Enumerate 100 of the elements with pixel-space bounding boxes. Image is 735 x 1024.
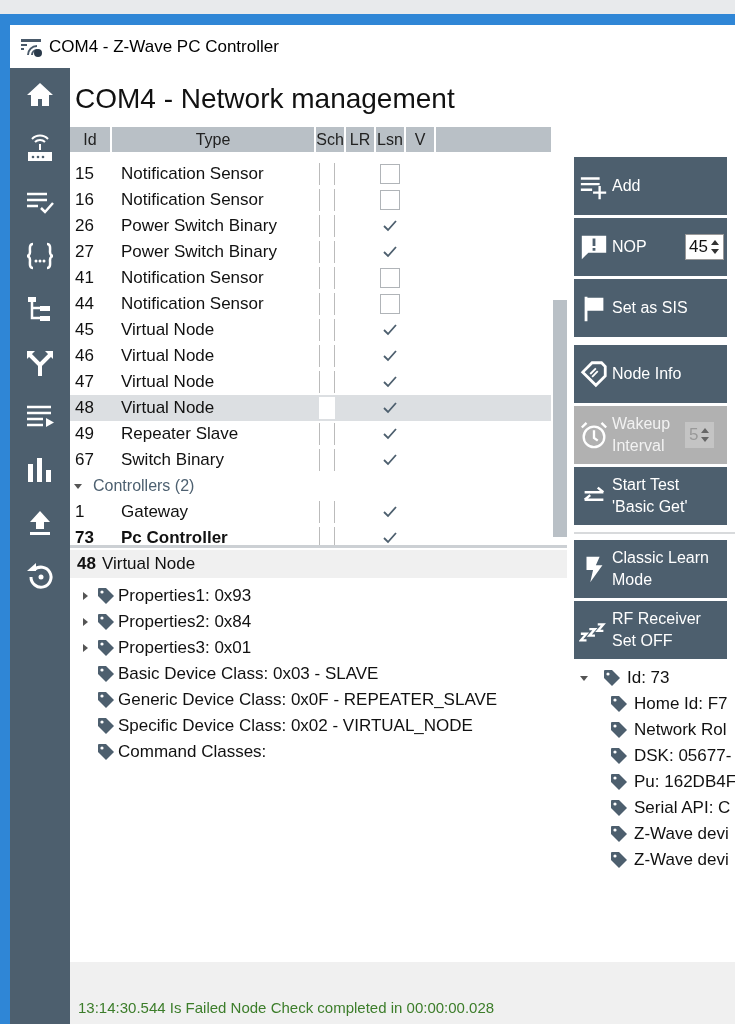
tag-icon [609, 850, 629, 870]
wave-logo-icon [19, 36, 43, 57]
tree-item[interactable]: Properties1: 0x93 [70, 583, 567, 609]
caret-right-icon[interactable] [80, 643, 90, 653]
scrollbar-thumb[interactable] [553, 300, 567, 537]
caret-right-icon[interactable] [80, 591, 90, 601]
table-row[interactable]: 49 Repeater Slave [70, 421, 551, 447]
table-cell-text: 26 [74, 215, 95, 237]
number-spinner[interactable]: 45 [685, 234, 724, 260]
caret-right-icon[interactable] [80, 617, 90, 627]
tag-icon [579, 359, 609, 389]
table-cell-text: Power Switch Binary [120, 241, 278, 263]
table-row[interactable]: 45 Virtual Node [70, 317, 551, 343]
property-text: Specific Device Class: 0x02 - VIRTUAL_NODE [118, 716, 473, 736]
table-row[interactable]: 26 Power Switch Binary [70, 213, 551, 239]
table-cell-text: Virtual Node [120, 319, 216, 341]
node-title: Virtual Node [101, 554, 196, 574]
table-cell-text: 73 [74, 527, 95, 545]
table-cell-text: 1 [74, 501, 86, 523]
property-text: Properties1: 0x93 [118, 586, 252, 606]
column-header[interactable]: V [406, 127, 434, 152]
action-button[interactable]: Set as SIS [574, 279, 727, 337]
tag-icon [96, 664, 116, 684]
table-cell-text: 41 [74, 267, 95, 289]
tag-icon [96, 716, 116, 736]
table-row[interactable]: 27 Power Switch Binary [70, 239, 551, 265]
action-button[interactable]: NOP 45 [574, 218, 727, 276]
table-row[interactable]: 16 Notification Sensor [70, 187, 551, 213]
table-cell-text: 45 [74, 319, 95, 341]
tree-item[interactable]: Command Classes: [70, 739, 567, 765]
table-row[interactable]: 67 Switch Binary [70, 447, 551, 473]
table-row[interactable]: 47 Virtual Node [70, 369, 551, 395]
tree-item[interactable]: Properties3: 0x01 [70, 635, 567, 661]
table-row[interactable]: 15 Notification Sensor [70, 161, 551, 187]
table-cell-text: 15 [74, 163, 95, 185]
tag-icon [609, 720, 629, 740]
column-header[interactable]: Type [112, 127, 314, 152]
tree-item[interactable]: Specific Device Class: 0x02 - VIRTUAL_NODE [70, 713, 567, 739]
action-button[interactable]: Classic Learn Mode [574, 540, 727, 598]
tag-icon [96, 742, 116, 762]
tree-item[interactable]: Basic Device Class: 0x03 - SLAVE [70, 661, 567, 687]
table-cell-text: Gateway [120, 501, 190, 523]
caret-down-icon[interactable] [73, 481, 83, 491]
table-row[interactable]: 48 Virtual Node [70, 395, 551, 421]
property-text: Properties2: 0x84 [118, 612, 252, 632]
controller-id: Id: 73 [627, 668, 670, 688]
checkbox[interactable] [380, 268, 400, 288]
table-cell-text: 27 [74, 241, 95, 263]
checkbox[interactable] [380, 294, 400, 314]
page-title: COM4 - Network management [74, 82, 456, 116]
alarm-clock-icon [579, 420, 609, 450]
column-header[interactable]: Sch [316, 127, 344, 152]
property-text: Generic Device Class: 0x0F - REPEATER_SLAVE [118, 690, 498, 710]
table-cell-text: Virtual Node [120, 345, 216, 367]
table-row[interactable]: 73 Pc Controller [70, 525, 551, 545]
table-cell-text: 44 [74, 293, 95, 315]
tag-icon [609, 772, 629, 792]
table-cell-text: 49 [74, 423, 95, 445]
column-header[interactable]: Lsn [376, 127, 404, 152]
table-cell-text: Power Switch Binary [120, 215, 278, 237]
action-button[interactable]: Add [574, 157, 727, 215]
tag-icon [602, 668, 622, 688]
property-text: Properties3: 0x01 [118, 638, 252, 658]
tag-icon [96, 612, 116, 632]
tag-icon [609, 694, 629, 714]
table-row[interactable]: 46 Virtual Node [70, 343, 551, 369]
table-cell-text: Switch Binary [120, 449, 225, 471]
table-row[interactable]: 41 Notification Sensor [70, 265, 551, 291]
table-cell-text: 46 [74, 345, 95, 367]
status-message: 13:14:30.544 Is Failed Node Check completed in 00:00:00.028 [78, 999, 495, 1016]
column-header[interactable]: LR [346, 127, 374, 152]
window-title: COM4 - Z-Wave PC Controller [49, 36, 279, 57]
table-row[interactable]: 1 Gateway [70, 499, 551, 525]
node-id: 48 [77, 554, 96, 574]
table-cell-text: 47 [74, 371, 95, 393]
tag-icon [96, 586, 116, 606]
property-text: Serial API: C [634, 798, 731, 818]
tree-item[interactable]: Properties2: 0x84 [70, 609, 567, 635]
caret-down-icon[interactable] [579, 673, 589, 683]
table-row[interactable]: 44 Notification Sensor [70, 291, 551, 317]
tag-icon [609, 746, 629, 766]
action-button[interactable]: Node Info [574, 345, 727, 403]
table-cell-text: Repeater Slave [120, 423, 240, 445]
action-button[interactable]: RF Receiver Set OFF [574, 601, 727, 659]
checkbox[interactable] [380, 190, 400, 210]
action-button[interactable]: Start Test 'Basic Get' [574, 467, 727, 525]
property-text: Z-Wave devi [634, 824, 729, 844]
tag-icon [609, 824, 629, 844]
property-text: DSK: 05677- [634, 746, 732, 766]
table-cell-text: Virtual Node [120, 397, 216, 419]
property-text: Basic Device Class: 0x03 - SLAVE [118, 664, 379, 684]
checkbox[interactable] [380, 164, 400, 184]
property-text: Command Classes: [118, 742, 267, 762]
tree-item[interactable]: Generic Device Class: 0x0F - REPEATER_SLAVE [70, 687, 567, 713]
table-cell-text: Notification Sensor [120, 293, 265, 315]
table-cell-text: Notification Sensor [120, 189, 265, 211]
property-text: Home Id: F7 [634, 694, 728, 714]
table-cell-text: 67 [74, 449, 95, 471]
column-header[interactable]: Id [70, 127, 110, 152]
table-cell-text: Pc Controller [120, 527, 229, 545]
